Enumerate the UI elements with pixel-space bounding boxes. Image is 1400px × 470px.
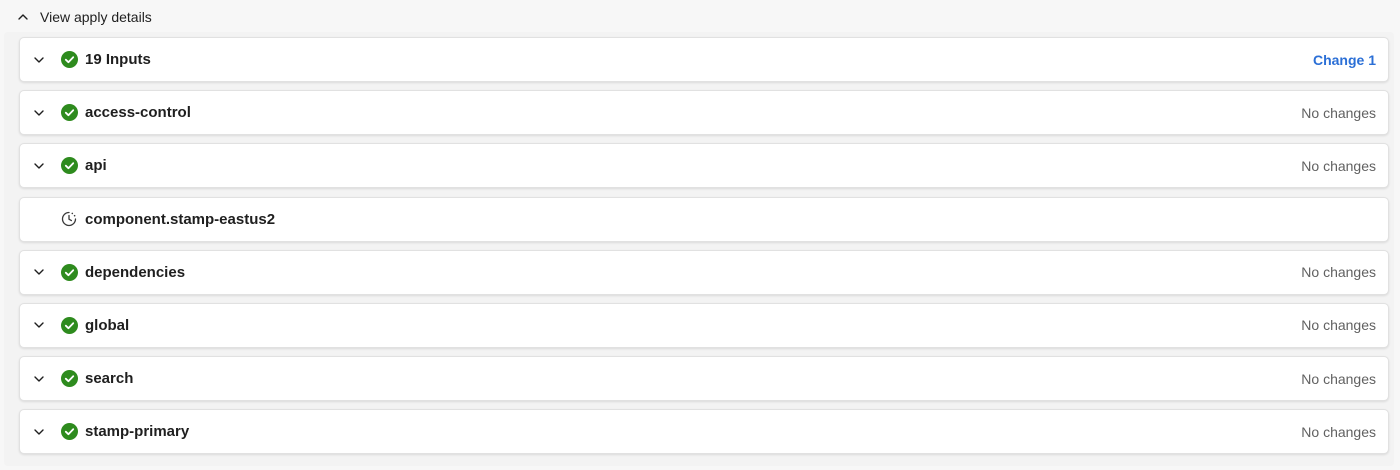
apply-steps-list: 19 Inputs Change 1 access-control No change… [19,37,1389,463]
pending-clock-icon [60,210,78,228]
apply-step-name: component.stamp-eastus2 [85,210,276,228]
apply-step-name: stamp-primary [85,423,190,441]
change-summary: No changes [1301,370,1376,387]
success-check-icon [60,316,78,334]
success-check-icon [60,157,78,175]
apply-step-row[interactable]: access-control No changes [19,90,1389,136]
chevron-down-icon[interactable] [31,371,47,387]
chevron-down-icon[interactable] [31,317,47,333]
apply-step-name: global [85,316,130,334]
change-count-link[interactable]: Change 1 [1313,52,1376,68]
success-check-icon [60,370,78,388]
apply-step-name: access-control [85,104,191,122]
apply-step-row[interactable]: search No changes [19,356,1389,402]
change-summary: No changes [1301,317,1376,334]
success-check-icon [60,263,78,281]
apply-step-row[interactable]: dependencies No changes [19,249,1389,295]
apply-step-name: dependencies [85,263,186,281]
chevron-down-icon[interactable] [31,264,47,280]
change-summary: No changes [1301,157,1376,174]
apply-step-name: search [85,370,134,388]
change-summary: No changes [1301,423,1376,440]
view-apply-details-toggle[interactable]: View apply details [16,6,152,28]
apply-step-row: component.stamp-eastus2 [19,196,1389,242]
apply-step-row[interactable]: api No changes [19,143,1389,189]
chevron-down-icon[interactable] [31,424,47,440]
chevron-down-icon[interactable] [31,105,47,121]
view-apply-details-title: View apply details [40,9,152,25]
success-check-icon [60,423,78,441]
chevron-down-icon[interactable] [31,52,47,68]
apply-step-row[interactable]: stamp-primary No changes [19,409,1389,455]
apply-step-row[interactable]: global No changes [19,302,1389,348]
success-check-icon [60,51,78,69]
success-check-icon [60,104,78,122]
chevron-down-icon[interactable] [31,158,47,174]
apply-step-name: 19 Inputs [85,51,151,68]
apply-step-name: api [85,157,107,175]
change-summary: No changes [1301,264,1376,281]
change-summary: No changes [1301,104,1376,121]
apply-step-row[interactable]: 19 Inputs Change 1 [19,37,1389,82]
chevron-up-icon [16,10,30,24]
